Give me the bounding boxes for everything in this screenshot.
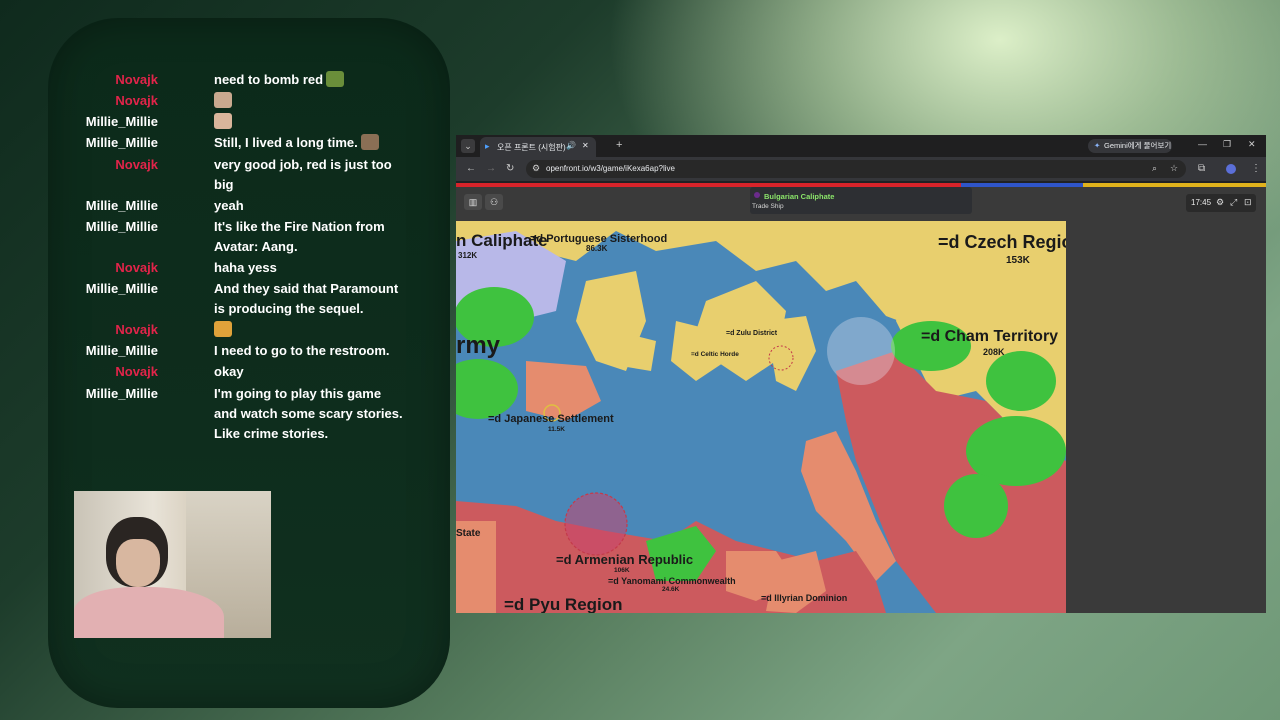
chat-username: Millie_Millie (85, 135, 158, 150)
fullscreen-icon[interactable]: ⤢ (1230, 197, 1237, 208)
chat-username: Novajk (115, 157, 158, 172)
chat-username: Millie_Millie (85, 281, 158, 296)
settings-gear-icon[interactable]: ⚙ (1216, 197, 1224, 208)
game-hud-right: 17:45 ⚙ ⤢ ⊡ (1186, 194, 1256, 212)
map-label: =d Illyrian Dominion (761, 593, 848, 603)
party-emote-icon (214, 321, 232, 337)
gemini-star-icon: ✦ (1094, 141, 1101, 150)
tooltip-unit-type: Trade Ship (752, 203, 784, 210)
map-label: =d Pyu Region (504, 595, 623, 613)
chat-text: haha yess (214, 260, 277, 275)
map-label-value: 106K (614, 567, 630, 574)
back-arrow-icon[interactable]: ← (466, 163, 476, 174)
chat-username: Novajk (115, 93, 158, 108)
chat-username: Novajk (115, 260, 158, 275)
extensions-icon[interactable]: ⧉ (1198, 163, 1205, 174)
reload-icon[interactable]: ↻ (506, 163, 514, 174)
maximize-icon[interactable]: ❐ (1223, 139, 1231, 150)
site-info-icon[interactable]: ⚙ (532, 163, 540, 174)
chat-text (214, 320, 404, 340)
tooltip-player-name: Bulgarian Caliphate (764, 192, 835, 201)
map-label-value: 208K (983, 347, 1005, 357)
map-label-value: 86.3K (586, 244, 608, 253)
chat-text: It's like the Fire Nation from Avatar: A… (214, 219, 385, 254)
chat-text (214, 112, 404, 132)
chat-text: I'm going to play this game and watch so… (214, 386, 403, 441)
address-bar: ← → ↻ ⚙ openfront.io/w3/game/iKexa6ap?li… (456, 157, 1266, 181)
tab-bar: ⌄ ▸ 오픈 프론트 (시험판) 🔊 ✕ + ✦ Gemini에게 물어보기 —… (456, 135, 1266, 157)
webcam-person-face (116, 539, 160, 587)
dog-emote-icon (360, 134, 379, 150)
browser-tab[interactable]: ▸ 오픈 프론트 (시험판) 🔊 ✕ (480, 137, 596, 157)
menu-kebab-icon[interactable]: ⋮ (1251, 163, 1261, 174)
stats-chart-icon[interactable]: ▥ (464, 194, 482, 210)
player-color-dot (754, 192, 760, 198)
chat-text: And they said that Paramount is producin… (214, 281, 399, 316)
map-label: =d Czech Region (938, 232, 1066, 252)
new-tab-button[interactable]: + (616, 139, 622, 151)
url-text[interactable]: openfront.io/w3/game/iKexa6ap?live (546, 164, 675, 173)
map-label-value: 153K (1006, 255, 1030, 266)
minimize-icon[interactable]: — (1198, 139, 1207, 149)
webcam-person-body (74, 587, 224, 638)
map-label: =d Japanese Settlement (488, 413, 614, 425)
gemini-label: Gemini에게 물어보기 (1104, 141, 1172, 150)
map-label: =d Yanomami Commonwealth (608, 576, 736, 586)
bookmark-star-icon[interactable]: ☆ (1170, 163, 1178, 174)
map-label: State (456, 528, 481, 539)
map-label: =d Cham Territory (921, 328, 1059, 345)
profile-avatar-icon[interactable] (1226, 164, 1236, 174)
tab-title: 오픈 프론트 (시험판) (497, 143, 566, 152)
tab-close-icon[interactable]: ✕ (582, 141, 589, 150)
exit-icon[interactable]: ⊡ (1244, 197, 1252, 208)
map-label-value: 11.5K (548, 426, 565, 433)
chat-username: Novajk (115, 364, 158, 379)
map-label: =d Armenian Republic (556, 552, 694, 567)
chat-text (214, 91, 404, 111)
chat-username: Novajk (115, 322, 158, 337)
boat-emote-icon (326, 71, 345, 87)
window-close-icon[interactable]: ✕ (1248, 139, 1256, 150)
omnibox[interactable]: ⚙ openfront.io/w3/game/iKexa6ap?live ⌕ ☆ (526, 160, 1186, 178)
face-emote-icon (214, 113, 232, 129)
gemini-button[interactable]: ✦ Gemini에게 물어보기 (1088, 139, 1172, 153)
chat-username: Novajk (115, 72, 158, 87)
openfront-favicon-icon: ▸ (485, 141, 490, 151)
chat-text: yeah (214, 198, 244, 213)
map-label-value: 24.6K (662, 586, 680, 593)
chat-username: Millie_Millie (85, 114, 158, 129)
map-label: =d Celtic Horde (691, 351, 739, 358)
speaker-icon[interactable]: 🔊 (566, 141, 576, 150)
cat-emote-icon (214, 92, 232, 108)
game-timer: 17:45 (1191, 198, 1212, 207)
chat-username: Millie_Millie (85, 386, 158, 401)
tab-search-button[interactable]: ⌄ (461, 139, 475, 153)
chat-text: Still, I lived a long time. (214, 133, 414, 153)
chat-text: very good job, red is just too big (214, 157, 392, 192)
map-label: rmy (456, 332, 501, 359)
hover-tooltip: Bulgarian Caliphate Trade Ship (750, 187, 972, 214)
chat-username: Millie_Millie (85, 343, 158, 358)
chat-text: need to bomb red (214, 70, 404, 90)
map-label-value: 312K (458, 251, 478, 260)
chat-text: okay (214, 364, 244, 379)
map-label: =d Zulu District (726, 330, 778, 337)
game-map[interactable]: n Caliphate 312K =d Portuguese Sisterhoo… (456, 221, 1066, 613)
zoom-icon[interactable]: ⌕ (1152, 163, 1157, 174)
players-icon[interactable]: ⚇ (485, 194, 503, 210)
webcam-feed (74, 491, 271, 638)
chat-text: I need to go to the restroom. (214, 343, 390, 358)
chat-username: Millie_Millie (85, 219, 158, 234)
chat-username: Millie_Millie (85, 198, 158, 213)
forward-arrow-icon[interactable]: → (486, 163, 496, 174)
